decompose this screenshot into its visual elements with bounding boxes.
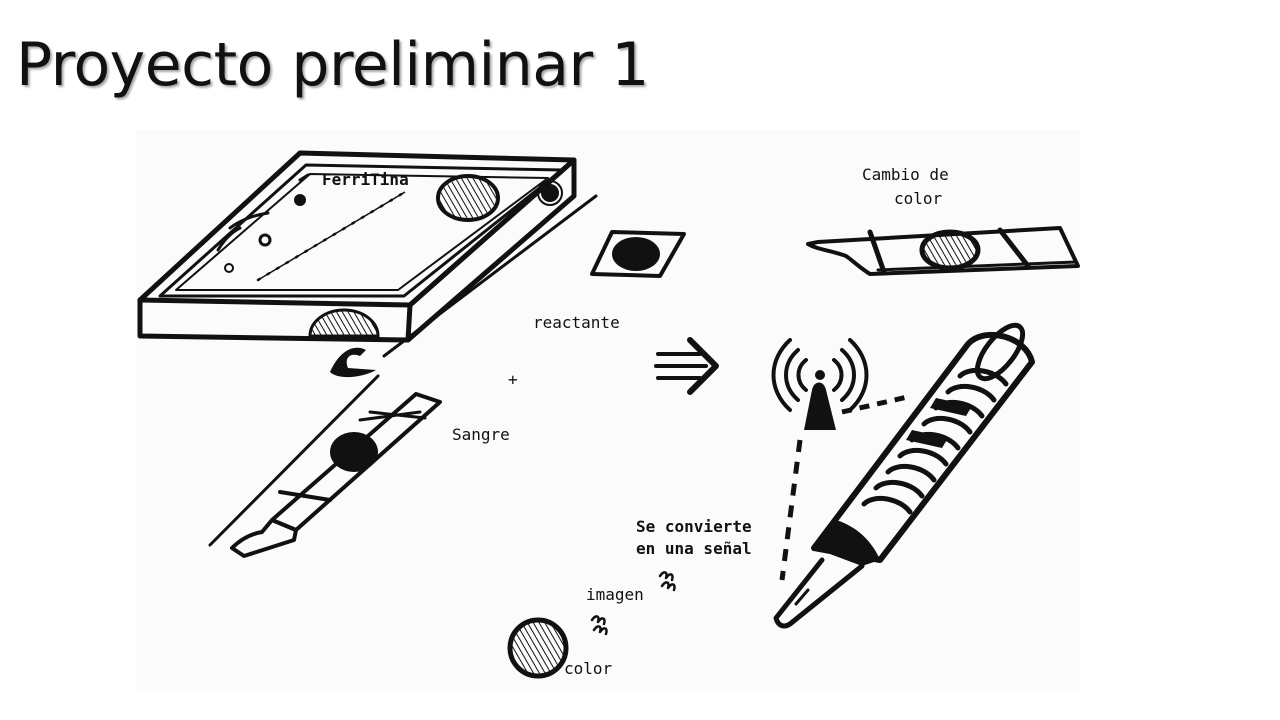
marker-device xyxy=(773,322,1035,629)
insert-arrow-icon xyxy=(330,347,376,378)
link-dashes-down xyxy=(779,439,803,581)
blood-label: Sangre xyxy=(452,425,510,444)
squiggle-icon xyxy=(592,625,608,636)
reader-device xyxy=(137,150,598,547)
reactant-label: reactante xyxy=(533,313,620,332)
result-arrow-icon xyxy=(654,337,719,395)
color-result-circle xyxy=(507,617,569,679)
plus-sign: + xyxy=(508,370,518,389)
color-change-label-line2: color xyxy=(894,189,943,208)
color-label: color xyxy=(564,659,613,678)
display-circle xyxy=(436,174,500,222)
squiggle-icon xyxy=(590,615,606,626)
image-label: imagen xyxy=(586,585,644,604)
signal-label-line2: en una señal xyxy=(636,539,752,558)
signal-label-line1: Se convierte xyxy=(636,517,752,536)
squiggle-icon xyxy=(660,581,676,592)
squiggle-icon xyxy=(658,571,674,582)
antenna-signal-icon xyxy=(771,338,869,430)
sketch-diagram: FerriTina Sangre reactante + Cambio de c… xyxy=(137,150,1080,679)
device-label: FerriTina xyxy=(322,170,409,189)
reactant-card xyxy=(590,230,686,278)
color-change-strip xyxy=(806,226,1080,276)
color-change-label-line1: Cambio de xyxy=(862,165,949,184)
